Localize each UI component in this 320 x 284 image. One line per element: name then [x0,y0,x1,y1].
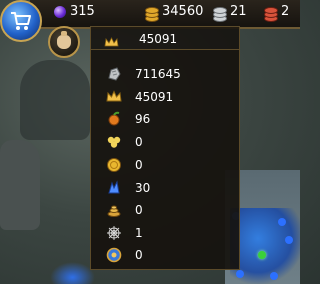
blue-glow [50,262,95,284]
resource-value: 1 [135,226,143,240]
resource-value: 0 [135,135,143,149]
resource-value: 0 [135,203,143,217]
resource-row: 711645 [105,64,181,84]
resources-panel: 711645 45091 96 0 0 30 0 1 0 [90,50,240,270]
gold-coin-icon [105,156,123,174]
blue-marker [236,270,244,278]
resource-row: 1 [105,223,143,243]
stone-icon [105,65,123,83]
green-marker[interactable] [258,251,266,259]
inventory-button[interactable] [48,26,80,58]
gold-coins-icon [143,4,159,22]
silver-count: 21 [230,4,247,19]
gems-count: 315 [70,4,95,19]
spiderweb-icon [105,224,123,242]
resource-row: 45091 [105,87,173,107]
rock [0,140,40,230]
crown-icon [104,33,119,47]
clover-icon [105,133,123,151]
crown-value: 45091 [139,32,178,46]
blue-marker [285,236,293,244]
resource-row: 0 [105,200,143,220]
gold-count: 34560 [162,4,204,19]
crown-icon [105,88,123,106]
coin-pile-icon [105,201,123,219]
resource-row: 0 [105,132,143,152]
shop-button[interactable] [0,0,42,42]
resource-value: 30 [135,181,151,195]
red-coins-icon [262,4,278,22]
gem-icon [54,6,66,18]
resource-value: 0 [135,158,143,172]
resource-row: 0 [105,245,143,265]
medallion-icon [105,246,123,264]
resource-value: 711645 [135,67,181,81]
cart-icon [11,12,31,30]
resource-row: 0 [105,155,143,175]
background-figure [20,60,90,140]
blue-marker [270,272,278,280]
blue-marker [278,218,286,226]
crown-summary-row[interactable]: 45091 [90,26,240,50]
resource-value: 96 [135,112,151,126]
resource-value: 45091 [135,90,174,104]
silver-coins-icon [211,4,227,22]
red-count: 2 [281,4,290,19]
resource-row: 30 [105,178,150,198]
resource-row: 96 [105,109,150,129]
bag-icon [57,31,71,49]
resource-value: 0 [135,248,143,262]
fruit-icon [105,110,123,128]
blue-crystal-icon [105,179,123,197]
